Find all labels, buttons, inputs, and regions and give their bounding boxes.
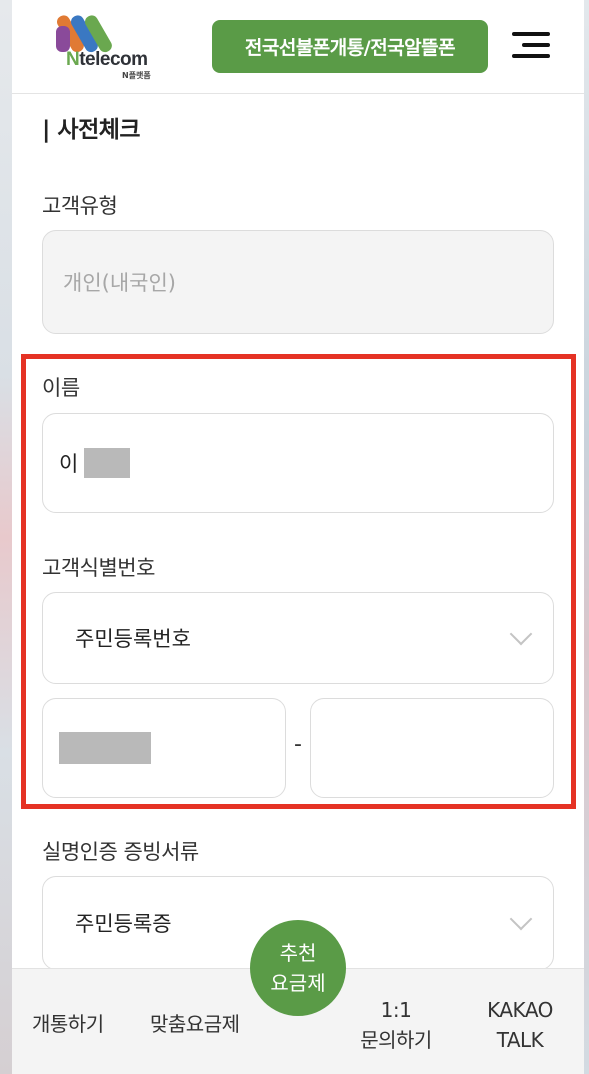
mobile-page: Ntelecom N플랫폼 전국선불폰개통/전국알뜰폰 | 사전체크 고객유형 … [12,0,584,1074]
name-value: 이 [59,452,79,476]
id-number-front-input[interactable] [42,698,286,798]
logo-telecom: telecom [79,49,148,70]
name-label: 이름 [42,376,80,400]
proof-document-selected: 주민등록증 [75,912,172,936]
nationwide-activation-button[interactable]: 전국선불폰개통/전국알뜰폰 [212,20,488,73]
customer-type-value: 개인(내국인) [63,271,176,295]
nav-inquiry-line2: 문의하기 [360,1028,432,1052]
nav-kakao-line1: KAKAO [487,998,553,1022]
nav-inquiry-line1: 1:1 [380,998,412,1022]
nav-kakao-line2: TALK [496,1028,544,1052]
name-input[interactable]: 이 [42,413,554,513]
ntelecom-logo[interactable]: Ntelecom N플랫폼 [48,12,168,82]
id-number-back-input[interactable] [310,698,554,798]
nav-inquiry[interactable]: 1:1 문의하기 [352,995,440,1055]
header: Ntelecom N플랫폼 전국선불폰개통/전국알뜰폰 [12,0,584,94]
chevron-down-icon [509,622,533,646]
customer-id-select[interactable]: 주민등록번호 [42,592,554,684]
redacted-block [84,448,131,478]
logo-wordmark: Ntelecom [66,49,148,71]
logo-n: N [66,49,80,70]
nav-activate[interactable]: 개통하기 [32,1009,104,1039]
recommended-plan-line2: 요금제 [270,971,326,995]
section-title: | 사전체크 [42,117,141,143]
recommended-plan-line1: 추천 [279,941,317,965]
proof-document-label: 실명인증 증빙서류 [42,840,199,864]
customer-type-field: 개인(내국인) [42,230,554,334]
nav-custom-plan[interactable]: 맞춤요금제 [150,1009,240,1039]
recommended-plan-button[interactable]: 추천 요금제 [250,920,346,1016]
customer-type-label: 고객유형 [42,194,118,218]
redacted-block [59,732,151,764]
nav-kakao-talk[interactable]: KAKAO TALK [478,995,562,1055]
id-separator: - [294,732,302,757]
customer-id-selected: 주민등록번호 [75,627,191,651]
logo-subtitle: N플랫폼 [122,71,151,80]
chevron-down-icon [509,907,533,931]
customer-id-label: 고객식별번호 [42,556,155,580]
hamburger-menu-icon[interactable] [508,30,550,62]
